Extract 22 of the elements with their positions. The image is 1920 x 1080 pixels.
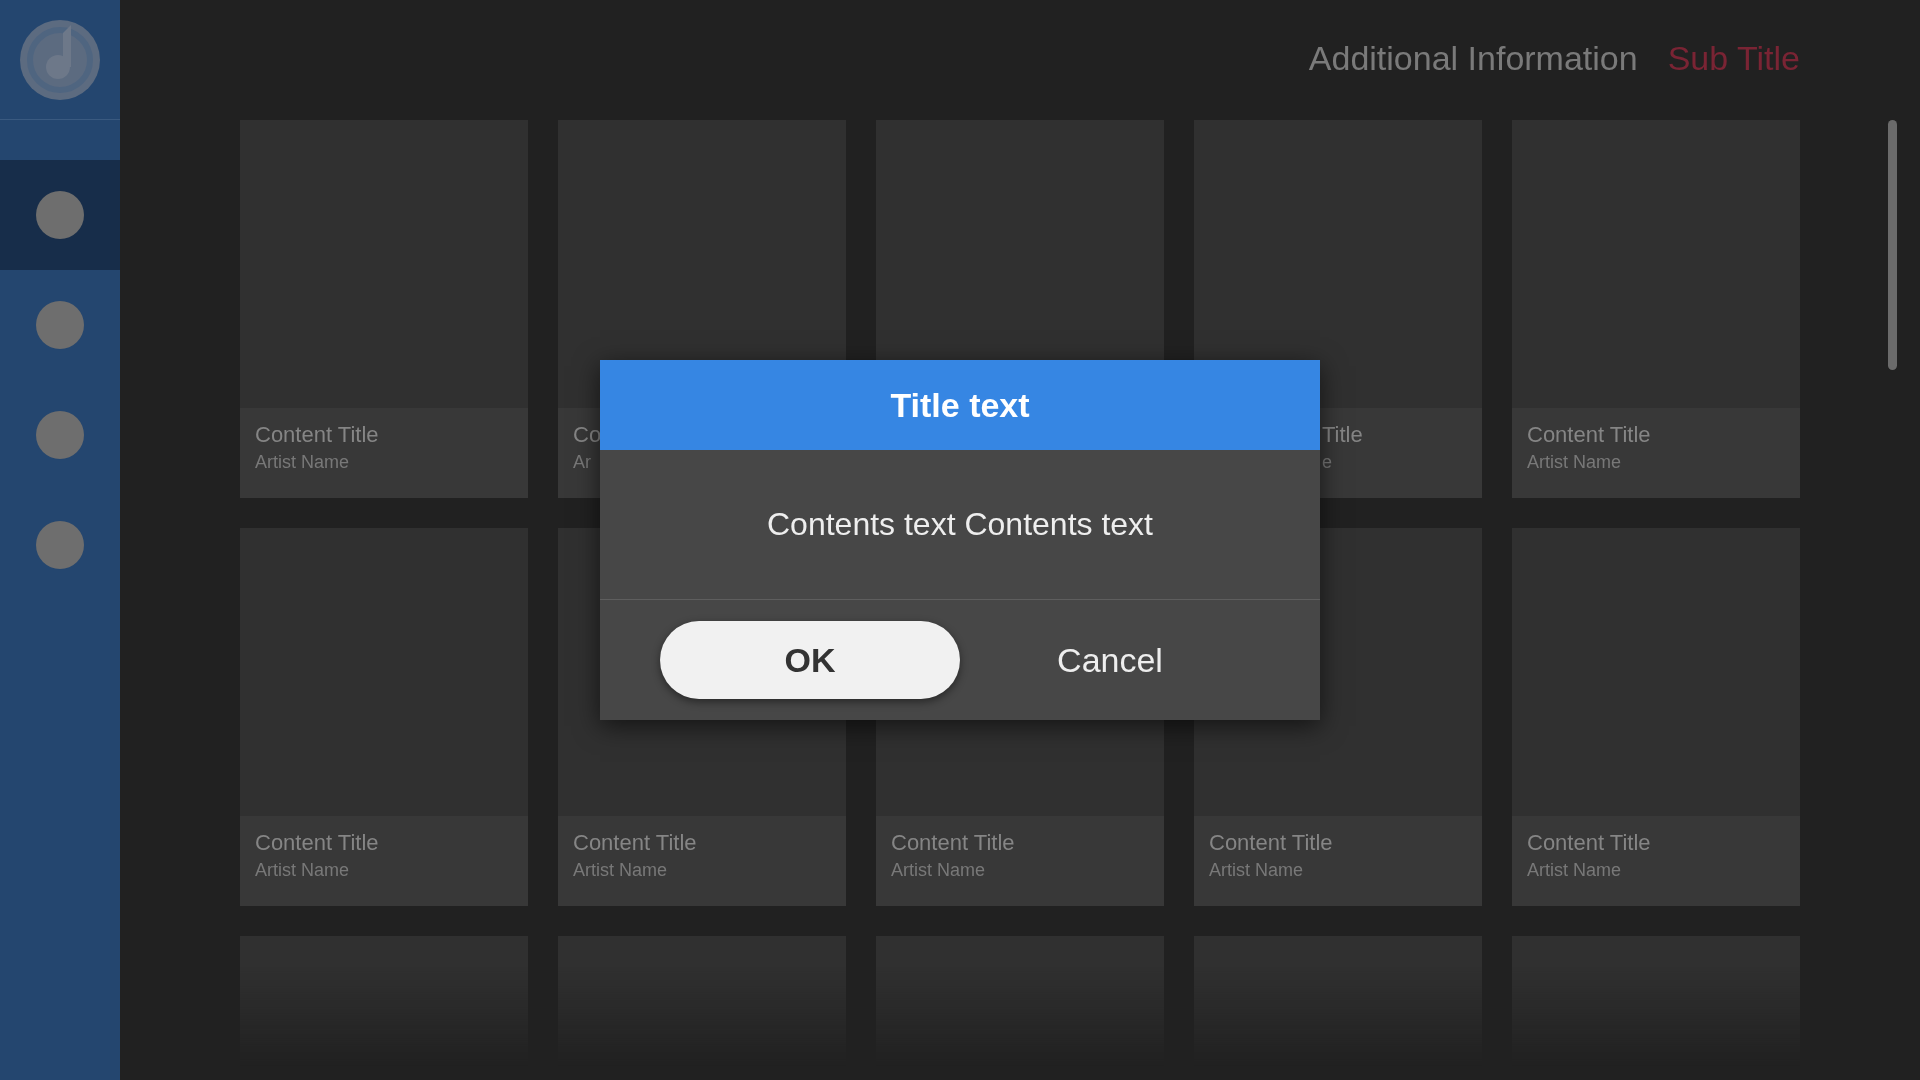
artist-name: Artist Name xyxy=(1527,452,1622,473)
artist-name: Artist Name xyxy=(1209,860,1304,881)
content-title: Content Title xyxy=(573,830,697,856)
artist-name: Artist Name xyxy=(573,860,668,881)
sub-title: Sub Title xyxy=(1667,38,1800,78)
content-title: Content Title xyxy=(891,830,1015,856)
artist-name: Artist Name xyxy=(255,860,350,881)
artist-name: e xyxy=(1322,452,1332,473)
artist-name: Artist Name xyxy=(1527,860,1622,881)
content-title: Content Title xyxy=(1209,830,1333,856)
dialog-title: Title text xyxy=(600,360,1320,450)
content-title: Content Title xyxy=(255,422,379,448)
artist-name: Artist Name xyxy=(891,860,986,881)
artist-name: Ar xyxy=(573,452,591,473)
content-title: Content Title xyxy=(1527,830,1651,856)
additional-information: Additional Information xyxy=(1308,38,1638,78)
dialog-message: Contents text Contents text xyxy=(600,450,1320,600)
content-title: Title xyxy=(1322,422,1363,448)
artist-name: Artist Name xyxy=(255,452,350,473)
content-title: Content Title xyxy=(255,830,379,856)
content-title: Content Title xyxy=(1527,422,1651,448)
content-title: Co xyxy=(573,422,602,448)
